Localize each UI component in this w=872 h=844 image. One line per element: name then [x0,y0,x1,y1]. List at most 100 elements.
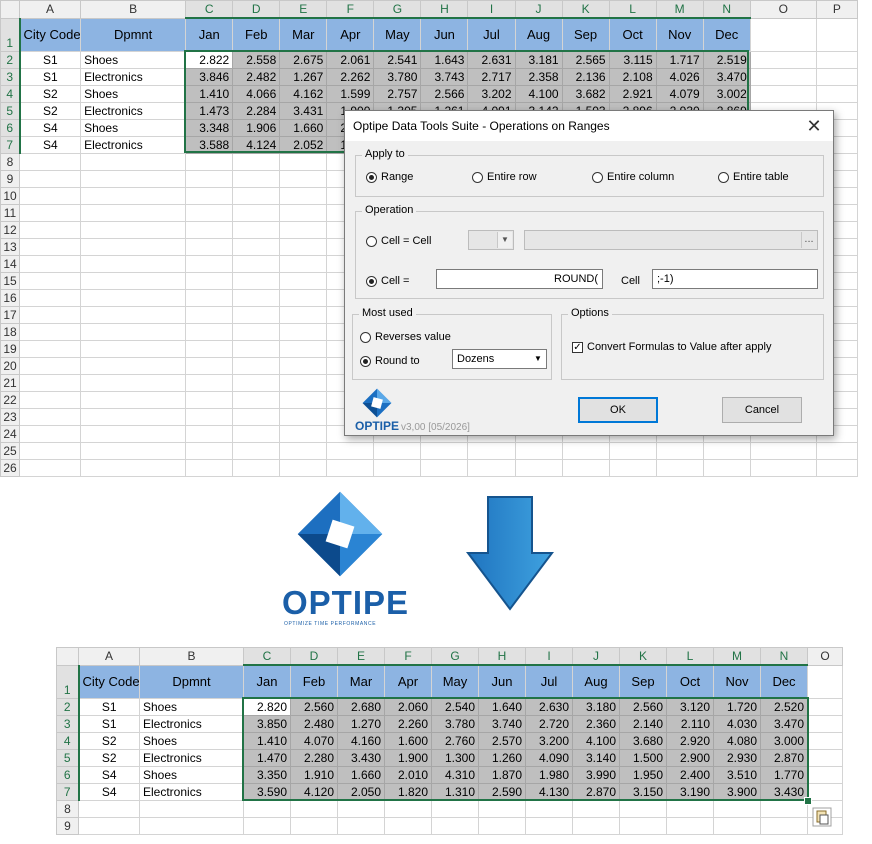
value-cell[interactable]: 2.822 [185,50,234,69]
value-cell[interactable]: 4.080 [713,731,761,750]
empty-cell[interactable] [279,424,328,443]
empty-cell[interactable] [279,441,328,460]
empty-cell[interactable] [232,186,281,205]
header-month[interactable]: Dec [702,17,751,52]
dept-cell[interactable]: Electronics [139,782,244,801]
empty-cell[interactable] [185,441,234,460]
radio-round-to[interactable]: Round to [360,355,420,367]
column-header-l[interactable]: L [608,0,657,19]
empty-cell[interactable] [185,339,234,358]
header-month[interactable]: Nov [655,17,704,52]
city-code-cell[interactable]: S1 [19,67,82,86]
column-header-l[interactable]: L [666,647,714,666]
column-header-n[interactable]: N [702,0,751,19]
empty-cell[interactable] [749,67,817,86]
value-cell[interactable]: 1.820 [384,782,432,801]
column-header-i[interactable]: I [525,647,573,666]
row-header-3[interactable]: 3 [56,714,80,733]
formula-suffix-input[interactable]: ;-1) [652,269,818,289]
header-month[interactable]: Feb [232,17,281,52]
ok-button[interactable]: OK [578,397,658,423]
empty-cell[interactable] [279,237,328,256]
value-cell[interactable]: 4.070 [290,731,338,750]
value-cell[interactable]: 2.110 [666,714,714,733]
value-cell[interactable]: 3.470 [702,67,751,86]
value-cell[interactable]: 3.140 [572,748,620,767]
column-header-e[interactable]: E [279,0,328,19]
value-cell[interactable]: 2.520 [760,697,808,716]
value-cell[interactable]: 2.010 [384,765,432,784]
value-cell[interactable]: 3.430 [337,748,385,767]
empty-cell[interactable] [561,441,610,460]
value-cell[interactable]: 3.190 [666,782,714,801]
value-cell[interactable]: 1.267 [279,67,328,86]
empty-cell[interactable] [19,458,82,477]
empty-cell[interactable] [608,441,657,460]
empty-cell[interactable] [279,203,328,222]
empty-cell[interactable] [139,799,244,818]
empty-cell[interactable] [290,799,338,818]
empty-cell[interactable] [655,441,704,460]
header-month[interactable]: May [373,17,422,52]
empty-cell[interactable] [807,782,843,801]
value-cell[interactable]: 1.410 [185,84,234,103]
header-month[interactable]: May [431,664,479,699]
cell-reference-field[interactable]: ... [524,230,818,250]
city-code-cell[interactable]: S1 [78,714,140,733]
value-cell[interactable]: 1.720 [713,697,761,716]
empty-cell[interactable] [279,271,328,290]
empty-cell[interactable] [232,305,281,324]
radio-cell-eq-cell[interactable]: Cell = Cell [366,235,431,247]
empty-cell[interactable] [431,816,479,835]
value-cell[interactable]: 3.430 [760,782,808,801]
value-cell[interactable]: 1.470 [243,748,291,767]
empty-cell[interactable] [139,816,244,835]
value-cell[interactable]: 2.284 [232,101,281,120]
row-header-4[interactable]: 4 [56,731,80,750]
value-cell[interactable]: 3.682 [561,84,610,103]
empty-cell[interactable] [19,237,82,256]
dept-cell[interactable]: Shoes [139,697,244,716]
value-cell[interactable]: 2.570 [478,731,526,750]
empty-cell[interactable] [807,697,843,716]
empty-cell[interactable] [608,458,657,477]
value-cell[interactable]: 3.510 [713,765,761,784]
header-month[interactable]: Jun [420,17,469,52]
value-cell[interactable]: 4.162 [279,84,328,103]
empty-cell[interactable] [19,288,82,307]
row-header-8[interactable]: 8 [56,799,79,818]
value-cell[interactable]: 2.930 [713,748,761,767]
empty-cell[interactable] [185,203,234,222]
value-cell[interactable]: 4.160 [337,731,385,750]
row-header-25[interactable]: 25 [0,441,21,460]
empty-cell[interactable] [80,169,187,188]
empty-cell[interactable] [749,84,817,103]
radio-entire-column[interactable]: Entire column [592,171,674,183]
empty-cell[interactable] [185,458,234,477]
value-cell[interactable]: 1.310 [431,782,479,801]
empty-cell[interactable] [80,339,187,358]
value-cell[interactable]: 4.120 [290,782,338,801]
dept-cell[interactable]: Electronics [80,67,187,86]
header-city-code[interactable]: City Code [19,17,82,52]
value-cell[interactable]: 2.720 [525,714,573,733]
empty-cell[interactable] [19,271,82,290]
column-header-m[interactable]: M [655,0,704,19]
value-cell[interactable]: 4.100 [514,84,563,103]
empty-cell[interactable] [19,203,82,222]
select-all-corner[interactable] [56,647,79,666]
column-header-h[interactable]: H [420,0,469,19]
value-cell[interactable]: 3.590 [243,782,291,801]
empty-cell[interactable] [185,237,234,256]
empty-cell[interactable] [19,186,82,205]
empty-cell[interactable] [232,441,281,460]
column-header-m[interactable]: M [713,647,761,666]
value-cell[interactable]: 3.002 [702,84,751,103]
value-cell[interactable]: 3.680 [619,731,667,750]
value-cell[interactable]: 2.540 [431,697,479,716]
value-cell[interactable]: 2.566 [420,84,469,103]
value-cell[interactable]: 2.358 [514,67,563,86]
empty-cell[interactable] [279,305,328,324]
empty-cell[interactable] [19,407,82,426]
empty-cell[interactable] [815,84,859,103]
